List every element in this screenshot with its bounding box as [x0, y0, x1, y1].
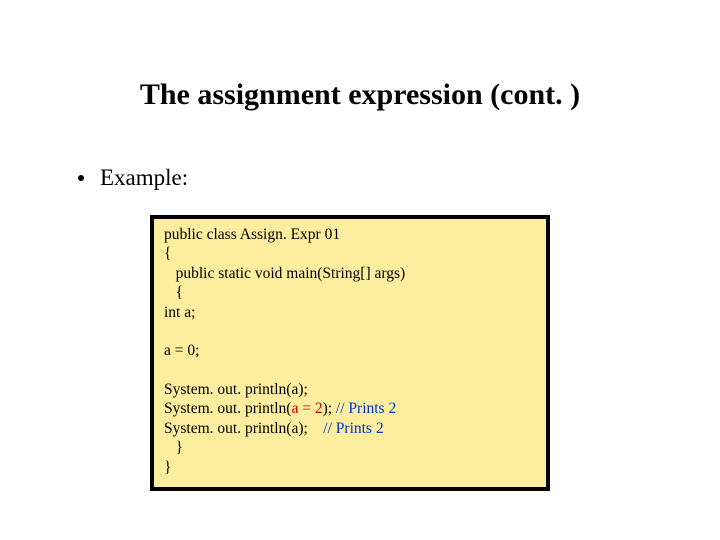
code-block: public class Assign. Expr 01 { public st… — [154, 219, 546, 487]
code-line-10: } — [164, 439, 183, 456]
code-line-11: } — [164, 459, 171, 476]
code-line-3: public static void main(String[] args) — [164, 265, 405, 282]
bullet-label: Example: — [100, 165, 188, 191]
code-line-9a: System. out. println(a); — [164, 420, 323, 437]
code-block-frame: public class Assign. Expr 01 { public st… — [150, 215, 550, 491]
code-line-1: public class Assign. Expr 01 — [164, 226, 340, 243]
code-line-8c: ); — [323, 400, 336, 417]
code-line-5: int a; — [164, 304, 195, 321]
example-bullet: Example: — [78, 165, 188, 191]
code-line-4: { — [164, 284, 183, 301]
code-line-8-red: a = 2 — [291, 400, 322, 417]
code-line-7: System. out. println(a); — [164, 381, 308, 398]
code-line-9-comment: // Prints 2 — [323, 420, 383, 437]
code-line-8a: System. out. println( — [164, 400, 291, 417]
code-line-6: a = 0; — [164, 342, 199, 359]
bullet-icon — [78, 175, 84, 181]
code-line-8-comment: // Prints 2 — [336, 400, 396, 417]
slide-title: The assignment expression (cont. ) — [0, 78, 720, 112]
code-line-2: { — [164, 245, 171, 262]
slide: The assignment expression (cont. ) Examp… — [0, 0, 720, 540]
